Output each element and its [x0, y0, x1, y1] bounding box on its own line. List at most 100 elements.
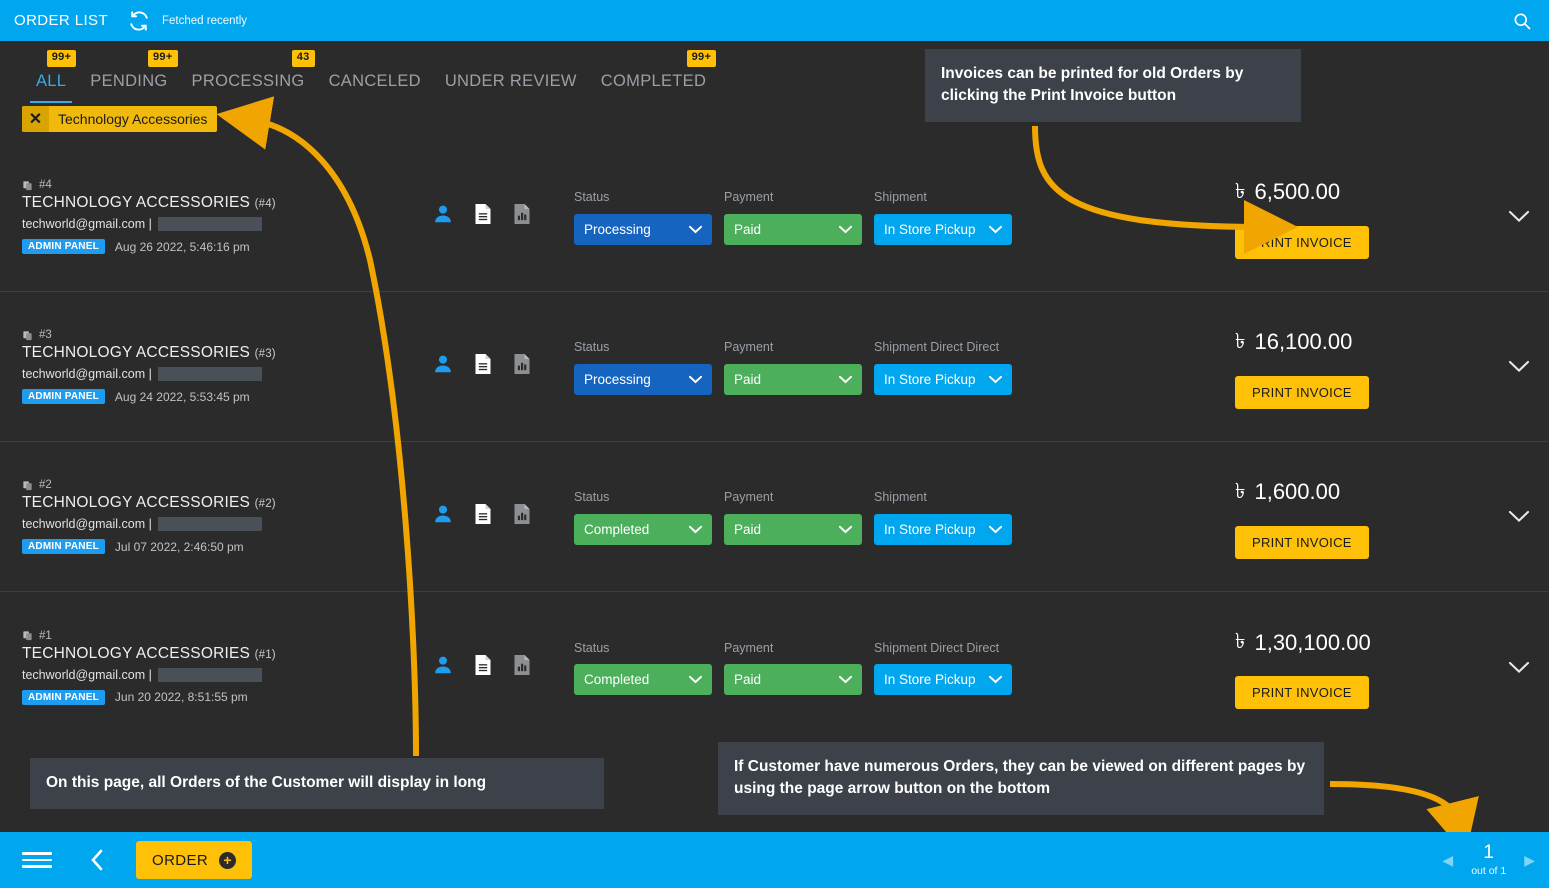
expand-row-chevron[interactable]	[1489, 661, 1549, 674]
table-row[interactable]: #2 TECHNOLOGY ACCESSORIES (#2) techworld…	[0, 442, 1549, 592]
print-invoice-button[interactable]: PRINT INVOICE	[1235, 375, 1369, 409]
order-summary: #3 TECHNOLOGY ACCESSORIES (#3) techworld…	[22, 329, 432, 404]
payment-select[interactable]: Paid	[724, 363, 862, 395]
refresh-icon[interactable]	[128, 10, 150, 32]
shipment-field: Shipment In Store Pickup	[874, 188, 1012, 245]
report-chart-icon[interactable]	[512, 654, 532, 681]
order-total-section: ৳ 6,500.00 PRINT INVOICE	[1229, 175, 1489, 259]
order-number: (#3)	[254, 348, 276, 360]
order-date: Jul 07 2022, 2:46:50 pm	[114, 539, 244, 554]
status-badge: ADMIN PANEL	[22, 389, 105, 404]
report-chart-icon[interactable]	[512, 503, 532, 530]
prev-page-button[interactable]: ◀	[1442, 852, 1453, 869]
order-customer-email: techworld@gmail.com |	[22, 517, 432, 531]
order-action-icons	[432, 353, 552, 380]
expand-row-chevron[interactable]	[1489, 360, 1549, 373]
tab-processing-badge: 43	[291, 50, 315, 67]
print-invoice-button[interactable]: PRINT INVOICE	[1235, 225, 1369, 259]
order-total: ৳ 16,100.00	[1235, 325, 1352, 360]
shipment-select[interactable]: In Store Pickup	[874, 513, 1012, 545]
payment-field-label: Payment	[724, 640, 774, 655]
tab-all-label: ALL	[36, 72, 67, 90]
annotation-orders-list: On this page, all Orders of the Customer…	[30, 758, 604, 809]
shipment-field-label: Shipment Direct Direct	[874, 640, 1000, 655]
payment-select[interactable]: Paid	[724, 213, 862, 245]
table-row[interactable]: #3 TECHNOLOGY ACCESSORIES (#3) techworld…	[0, 292, 1549, 442]
chevron-left-icon[interactable]	[90, 849, 104, 871]
customer-icon[interactable]	[432, 503, 454, 530]
status-select-value: Completed	[584, 521, 650, 537]
order-date: Jun 20 2022, 8:51:55 pm	[114, 690, 248, 704]
payment-field-label: Payment	[724, 490, 774, 505]
page-indicator: 1 out of 1	[1471, 843, 1506, 877]
payment-select[interactable]: Paid	[724, 513, 862, 545]
chevron-down-icon	[988, 222, 1003, 237]
expand-row-chevron[interactable]	[1489, 210, 1549, 223]
expand-row-chevron[interactable]	[1489, 510, 1549, 523]
table-row[interactable]: #1 TECHNOLOGY ACCESSORIES (#1) techworld…	[0, 592, 1549, 742]
tab-pending[interactable]: 99+ PENDING	[78, 50, 179, 103]
tab-processing[interactable]: 43 PROCESSING	[180, 50, 317, 103]
active-filter-chip[interactable]: ✕ Technology Accessories	[22, 106, 218, 132]
document-icon[interactable]	[473, 353, 493, 380]
order-meta: ADMIN PANEL Aug 24 2022, 5:53:45 pm	[22, 389, 432, 404]
tab-under-review[interactable]: UNDER REVIEW	[433, 72, 589, 103]
status-field: Status Processing	[574, 338, 712, 395]
status-field-label: Status	[574, 640, 610, 655]
tab-processing-label: PROCESSING	[191, 72, 305, 90]
chevron-down-icon	[688, 522, 703, 537]
add-order-button[interactable]: ORDER +	[136, 841, 253, 879]
status-select[interactable]: Completed	[574, 664, 712, 696]
report-chart-icon[interactable]	[512, 203, 532, 230]
shipment-select[interactable]: In Store Pickup	[874, 664, 1012, 696]
order-summary: #2 TECHNOLOGY ACCESSORIES (#2) techworld…	[22, 479, 432, 554]
tab-canceled[interactable]: CANCELED	[317, 72, 433, 103]
status-field: Status Processing	[574, 188, 712, 245]
shipment-select[interactable]: In Store Pickup	[874, 213, 1012, 245]
customer-icon[interactable]	[432, 203, 454, 230]
customer-icon[interactable]	[432, 353, 454, 380]
copy-icon	[23, 330, 32, 340]
payment-select-value: Paid	[734, 521, 762, 537]
print-invoice-button[interactable]: PRINT INVOICE	[1235, 676, 1369, 709]
search-icon[interactable]	[1509, 8, 1535, 34]
order-hash: #4	[22, 179, 432, 191]
fetch-status-text: Fetched recently	[162, 14, 248, 27]
hamburger-menu-icon[interactable]	[22, 852, 52, 868]
chevron-down-icon	[688, 222, 703, 237]
redacted-phone	[157, 367, 262, 381]
document-icon[interactable]	[473, 654, 493, 681]
shipment-field-label: Shipment	[874, 490, 927, 505]
document-icon[interactable]	[473, 503, 493, 530]
shipment-field: Shipment Direct Direct In Store Pickup	[874, 338, 1012, 395]
customer-icon[interactable]	[432, 654, 454, 681]
payment-select[interactable]: Paid	[724, 664, 862, 696]
order-email-text: techworld@gmail.com |	[22, 217, 152, 231]
next-page-button[interactable]: ▶	[1524, 852, 1535, 869]
print-invoice-button[interactable]: PRINT INVOICE	[1235, 525, 1369, 559]
document-icon[interactable]	[473, 203, 493, 230]
shipment-select[interactable]: In Store Pickup	[874, 363, 1012, 395]
chevron-down-icon	[838, 372, 853, 387]
order-total-section: ৳ 1,600.00 PRINT INVOICE	[1229, 475, 1489, 559]
order-hash-text: #4	[39, 179, 52, 191]
currency-symbol: ৳	[1235, 329, 1246, 353]
close-icon[interactable]: ✕	[22, 106, 49, 132]
order-action-icons	[432, 503, 552, 530]
order-status-tabs: 99+ ALL 99+ PENDING 43 PROCESSING CANCEL…	[0, 41, 1549, 103]
order-email-text: techworld@gmail.com |	[22, 367, 152, 381]
payment-select-value: Paid	[734, 221, 762, 237]
tab-all[interactable]: 99+ ALL	[24, 50, 78, 103]
tab-under-review-label: UNDER REVIEW	[444, 72, 577, 90]
tab-completed[interactable]: 99+ COMPLETED	[589, 50, 718, 103]
status-select[interactable]: Completed	[574, 513, 712, 545]
status-select[interactable]: Processing	[574, 213, 712, 245]
order-list-page: ORDER LIST Fetched recently 99+ ALL 99+ …	[0, 0, 1549, 888]
order-title: TECHNOLOGY ACCESSORIES (#3)	[22, 344, 432, 362]
table-row[interactable]: #4 TECHNOLOGY ACCESSORIES (#4) techworld…	[0, 142, 1549, 292]
order-email-text: techworld@gmail.com |	[22, 667, 152, 682]
order-number: (#1)	[254, 648, 276, 661]
redacted-phone	[157, 217, 262, 231]
status-select[interactable]: Processing	[574, 363, 712, 395]
report-chart-icon[interactable]	[512, 353, 532, 380]
